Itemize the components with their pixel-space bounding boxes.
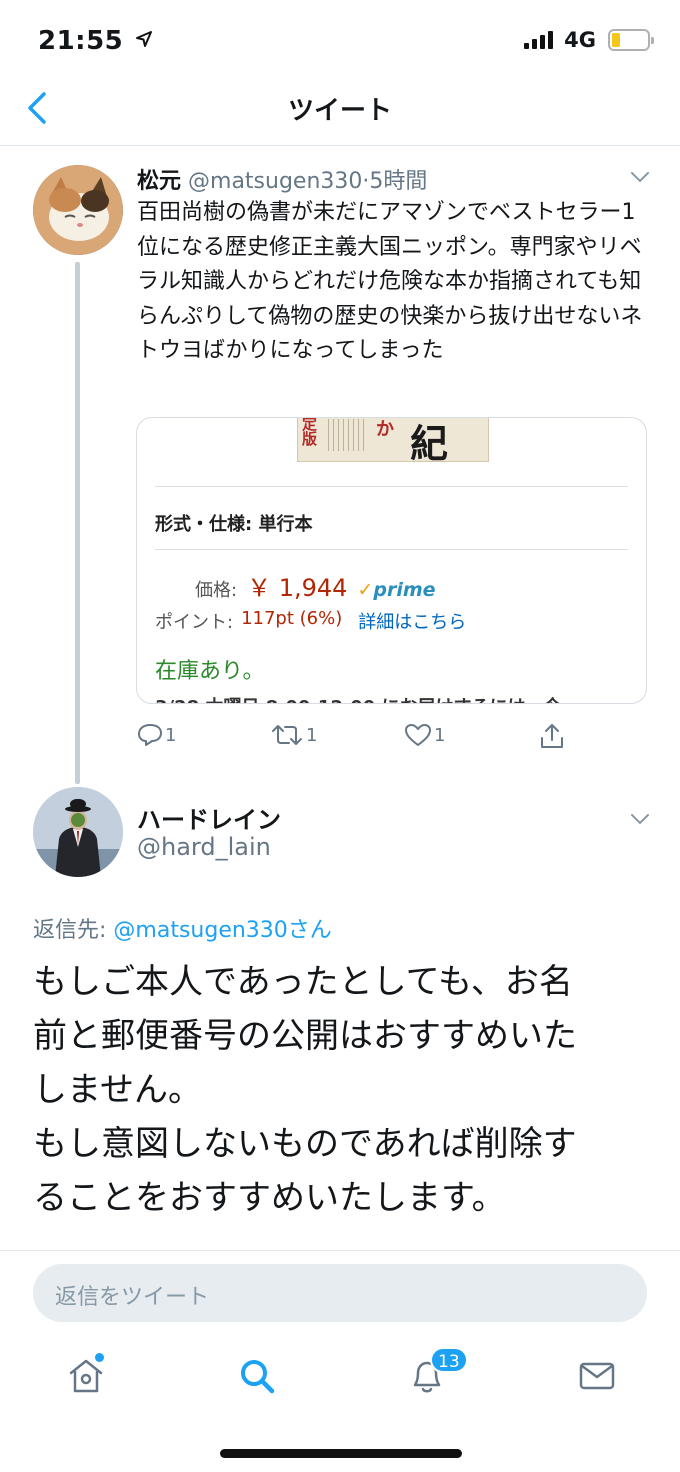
battery-level xyxy=(612,33,620,47)
price-value: ￥ 1,944 xyxy=(247,574,348,602)
price-row: 価格: ￥ 1,944 ✓prime xyxy=(195,568,436,603)
notifications-badge: 13 xyxy=(430,1347,468,1373)
like-button[interactable]: 1 xyxy=(404,722,445,748)
book-text: 紀 xyxy=(410,422,449,466)
author-handle[interactable]: @hard_lain xyxy=(137,833,271,861)
points-row: ポイント: 117pt (6%) 詳細はこちら xyxy=(155,608,466,634)
price-label: 価格: xyxy=(195,580,238,601)
book-text: 定版 xyxy=(302,417,318,448)
tweet-actions: 1 1 1 xyxy=(137,722,577,754)
tweet-header: 松元 @matsugen330·5時間 xyxy=(137,163,427,195)
prime-badge: ✓prime xyxy=(357,579,435,601)
reply-input[interactable]: 返信をツイート xyxy=(33,1264,647,1322)
reply-to: 返信先: @matsugen330さん xyxy=(33,912,332,944)
status-time-text: 21:55 xyxy=(38,26,124,56)
author-name[interactable]: ハードレイン xyxy=(137,800,281,835)
network-type: 4G xyxy=(564,28,596,52)
retweet-count: 1 xyxy=(306,724,318,746)
reply-placeholder: 返信をツイート xyxy=(55,1285,210,1310)
points-details-link[interactable]: 詳細はこちら xyxy=(358,608,466,634)
points-value: 117pt (6%) xyxy=(241,608,343,629)
retweet-icon xyxy=(272,725,302,745)
prime-label: prime xyxy=(373,579,436,601)
card-divider xyxy=(155,486,628,487)
tweet-text-line: しません。 xyxy=(33,1070,202,1110)
messages-icon[interactable] xyxy=(577,1356,617,1396)
prime-check-icon: ✓ xyxy=(357,579,374,601)
page-title: ツイート xyxy=(287,96,392,126)
divider xyxy=(0,1250,680,1251)
book-cover-image: 定版 か 紀 xyxy=(297,417,489,466)
avatar[interactable] xyxy=(33,787,123,877)
points-label: ポイント: xyxy=(155,612,234,633)
share-button[interactable] xyxy=(539,722,565,750)
author-name[interactable]: 松元 xyxy=(137,169,181,194)
reply-to-mention[interactable]: @matsugen330さん xyxy=(113,918,331,943)
tweet-text-line: もしご本人であったとしても、お名 xyxy=(33,962,573,1002)
reply-button[interactable]: 1 xyxy=(137,722,176,748)
home-icon[interactable] xyxy=(66,1356,106,1396)
tweet-text-line: ることをおすすめいたします。 xyxy=(33,1178,506,1218)
cat-avatar-image xyxy=(33,165,123,255)
tweet-text: もしご本人であったとしても、お名 前と郵便番号の公開はおすすめいた しません。 … xyxy=(33,955,648,1225)
status-indicators: 4G xyxy=(524,28,654,52)
book-small-print xyxy=(328,419,368,451)
divider xyxy=(0,145,680,146)
retweet-button[interactable]: 1 xyxy=(270,722,317,748)
reply-count: 1 xyxy=(165,724,177,746)
card-divider xyxy=(155,549,628,550)
product-spec: 形式・仕様: 単行本 xyxy=(155,514,313,535)
location-arrow-icon xyxy=(135,31,152,47)
tweet-text-line: 前と郵便番号の公開はおすすめいた xyxy=(33,1016,577,1056)
home-indicator xyxy=(220,1449,462,1458)
like-count: 1 xyxy=(434,724,446,746)
like-icon xyxy=(405,724,431,746)
delivery-info: 3/28 木曜日 8:00-12:00 にお届けするには、今 xyxy=(155,693,561,703)
new-content-dot xyxy=(95,1353,104,1362)
book-text: か xyxy=(376,419,394,440)
reply-icon xyxy=(138,724,162,746)
battery-icon xyxy=(608,29,654,51)
signal-icon xyxy=(524,31,554,49)
chevron-down-icon[interactable] xyxy=(628,807,652,831)
chevron-down-icon[interactable] xyxy=(628,165,652,189)
thread-connector xyxy=(75,262,80,784)
share-icon xyxy=(541,724,563,748)
reply-to-label: 返信先: xyxy=(33,918,114,943)
search-icon[interactable] xyxy=(237,1356,277,1396)
man-in-bowler-hat-avatar-image xyxy=(33,787,123,877)
tweet-time[interactable]: 5時間 xyxy=(369,169,427,194)
author-handle[interactable]: @matsugen330 xyxy=(188,169,362,194)
status-time: 21:55 xyxy=(38,26,153,56)
link-card[interactable]: 定版 か 紀 形式・仕様: 単行本 価格: ￥ 1,944 ✓prime ポイン… xyxy=(136,417,647,704)
tweet-text-line: もし意図しないものであれば削除す xyxy=(33,1124,577,1164)
avatar[interactable] xyxy=(33,165,123,255)
tweet-text: 百田尚樹の偽書が未だにアマゾンでベストセラー1位になる歴史修正主義大国ニッポン。… xyxy=(137,200,643,363)
stock-status: 在庫あり。 xyxy=(155,659,265,684)
